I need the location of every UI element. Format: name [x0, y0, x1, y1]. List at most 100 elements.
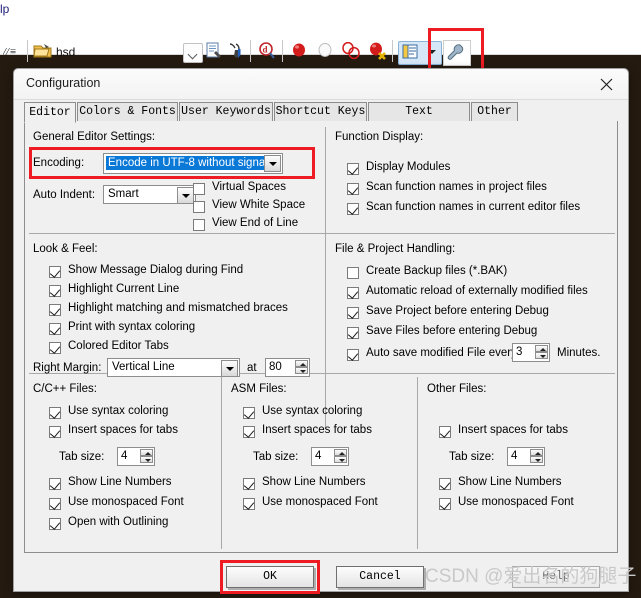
autosave-minutes-stepper[interactable]: 3 [512, 343, 550, 362]
checkbox-box[interactable] [49, 407, 61, 419]
checkbox-box[interactable] [49, 518, 61, 530]
other-tab-size-stepper[interactable]: 4 [507, 447, 545, 466]
checkbox-box[interactable] [193, 183, 205, 195]
checkbox-box[interactable] [193, 219, 205, 231]
cancel-button[interactable]: Cancel [336, 566, 424, 588]
stepper-down-icon[interactable] [530, 456, 543, 463]
checkbox-box[interactable] [49, 498, 61, 510]
project-name-label: hsd [56, 45, 76, 59]
stepper-buttons[interactable] [334, 449, 347, 464]
find-in-files-icon[interactable]: d [257, 42, 277, 62]
stepper-buttons[interactable] [140, 449, 153, 464]
stepper-buttons[interactable] [535, 345, 548, 360]
tab-other[interactable]: Other [471, 102, 518, 121]
configuration-dialog: Configuration Editor Colors & Fonts User… [13, 68, 636, 594]
toolbar-separator [250, 40, 251, 62]
breakpoint-insert-icon[interactable] [290, 42, 310, 62]
checkbox-box[interactable] [347, 163, 359, 175]
checkbox-box[interactable] [347, 267, 359, 279]
checkbox-label: Insert spaces for tabs [68, 424, 178, 436]
checkbox-label: Use monospaced Font [458, 496, 574, 508]
other-files-title: Other Files: [427, 383, 487, 395]
checkbox-box[interactable] [347, 349, 359, 361]
right-margin-label: Right Margin: [33, 362, 102, 374]
auto-indent-combo[interactable]: Smart [103, 185, 196, 204]
breakpoint-kill-all-icon[interactable] [368, 42, 390, 62]
checkbox-box[interactable] [49, 342, 61, 354]
checkbox-box[interactable] [347, 327, 359, 339]
checkbox-box[interactable] [347, 287, 359, 299]
dialog-titlebar[interactable]: Configuration [14, 69, 628, 100]
toolbar[interactable]: //≡ hsd d [0, 18, 641, 76]
stepper-up-icon[interactable] [530, 449, 543, 456]
checkbox-box[interactable] [243, 498, 255, 510]
right-margin-column-value: 80 [269, 361, 282, 373]
checkbox-label: Colored Editor Tabs [68, 340, 169, 352]
checkbox-box[interactable] [243, 407, 255, 419]
column-divider [221, 377, 222, 549]
group-divider [29, 233, 615, 234]
tab-colors-fonts[interactable]: Colors & Fonts [77, 102, 178, 121]
tab-editor[interactable]: Editor [24, 102, 76, 123]
toolbar-separator [282, 40, 283, 62]
editor-tab-panel: General Editor Settings: Encoding: Encod… [24, 121, 618, 553]
tab-bar[interactable]: Editor Colors & Fonts User Keywords Shor… [24, 102, 618, 136]
checkbox-label: Show Line Numbers [68, 476, 172, 488]
debug-step-icon[interactable] [227, 42, 247, 62]
checkbox-box[interactable] [347, 203, 359, 215]
checkbox-box[interactable] [49, 323, 61, 335]
open-folder-icon[interactable] [33, 42, 53, 62]
other-tab-size-label: Tab size: [449, 451, 495, 463]
checkbox-box[interactable] [347, 307, 359, 319]
breakpoint-disable-all-icon[interactable] [341, 41, 363, 62]
checkbox-box[interactable] [243, 478, 255, 490]
stepper-up-icon[interactable] [535, 345, 548, 352]
c-tab-size-stepper[interactable]: 4 [117, 447, 155, 466]
other-tab-size-value: 4 [511, 450, 518, 462]
toolbar-separator [392, 40, 393, 62]
tab-text-completion[interactable]: Text Completion [368, 102, 470, 136]
checkbox-box[interactable] [49, 266, 61, 278]
menu-item-help[interactable]: lp [0, 2, 9, 16]
checkbox-label: Virtual Spaces [212, 181, 286, 193]
checkbox-box[interactable] [243, 426, 255, 438]
tab-user-keywords[interactable]: User Keywords [179, 102, 273, 121]
target-options-icon[interactable] [205, 42, 225, 62]
indent-icon[interactable]: //≡ [2, 42, 23, 62]
chevron-down-icon[interactable] [177, 187, 194, 204]
stepper-down-icon[interactable] [140, 456, 153, 463]
stepper-up-icon[interactable] [334, 449, 347, 456]
chevron-down-icon[interactable] [221, 360, 238, 377]
checkbox-box[interactable] [439, 498, 451, 510]
stepper-down-icon[interactable] [334, 456, 347, 463]
checkbox-box[interactable] [49, 285, 61, 297]
stepper-down-icon[interactable] [535, 352, 548, 359]
checkbox-label: Scan function names in project files [366, 181, 547, 193]
stepper-down-icon[interactable] [295, 367, 308, 374]
checkbox-box[interactable] [49, 426, 61, 438]
asm-tab-size-stepper[interactable]: 4 [311, 447, 349, 466]
checkbox-box[interactable] [49, 478, 61, 490]
project-combo-dropdown-icon[interactable] [183, 43, 203, 63]
checkbox-box[interactable] [439, 478, 451, 490]
tab-shortcut-keys[interactable]: Shortcut Keys [274, 102, 367, 121]
menu-bar[interactable]: lp [0, 0, 641, 18]
stepper-buttons[interactable] [295, 360, 308, 375]
checkbox-box[interactable] [439, 426, 451, 438]
checkbox-label: Create Backup files (*.BAK) [366, 265, 508, 277]
right-margin-combo[interactable]: Vertical Line [107, 358, 240, 377]
checkbox-label: Display Modules [366, 161, 451, 173]
stepper-up-icon[interactable] [140, 449, 153, 456]
checkbox-box[interactable] [347, 183, 359, 195]
checkbox-label: Print with syntax coloring [68, 321, 196, 333]
checkbox-box[interactable] [193, 201, 205, 213]
stepper-buttons[interactable] [530, 449, 543, 464]
asm-tab-size-value: 4 [315, 450, 322, 462]
checkbox-box[interactable] [49, 304, 61, 316]
asm-tab-size-label: Tab size: [253, 451, 299, 463]
checkbox-label: Use syntax coloring [262, 405, 363, 417]
right-margin-column-stepper[interactable]: 80 [265, 358, 310, 377]
breakpoint-disable-icon[interactable] [316, 42, 336, 62]
close-icon[interactable] [584, 69, 628, 98]
stepper-up-icon[interactable] [295, 360, 308, 367]
